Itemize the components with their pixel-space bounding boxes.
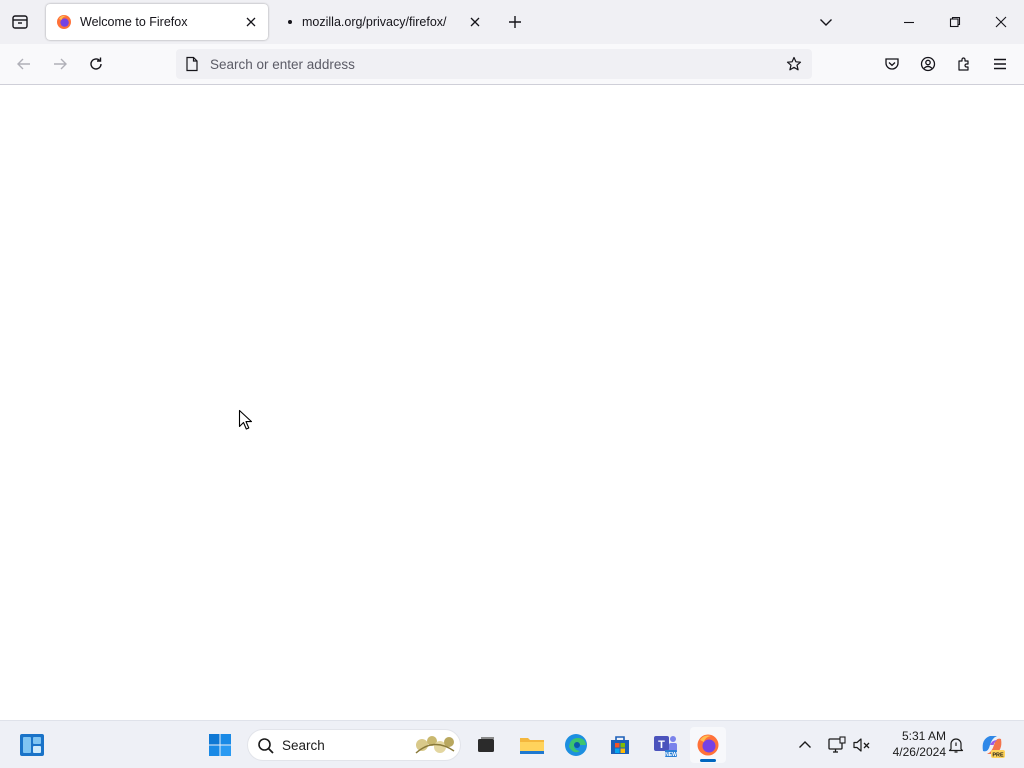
reload-button[interactable]: [82, 50, 110, 78]
file-explorer-button[interactable]: [514, 727, 550, 763]
pocket-icon: [885, 58, 899, 70]
teams-icon: T NEW: [654, 736, 677, 758]
forward-arrow-icon: [54, 58, 67, 70]
folder-icon: [520, 738, 544, 754]
tab-title: Welcome to Firefox: [80, 15, 188, 29]
navigation-toolbar: [0, 44, 1024, 85]
reload-icon: [90, 57, 102, 70]
bookmark-star-button[interactable]: [782, 52, 806, 76]
firefox-view-icon: [12, 15, 28, 29]
restore-button[interactable]: [932, 0, 978, 44]
pocket-button[interactable]: [878, 50, 906, 78]
widgets-icon: [20, 734, 44, 756]
svg-text:T: T: [658, 739, 665, 751]
taskbar-clock[interactable]: 5:31 AM 4/26/2024: [880, 728, 946, 760]
show-hidden-icons-button[interactable]: [787, 727, 823, 763]
close-icon: [470, 17, 480, 27]
account-button[interactable]: [914, 50, 942, 78]
start-button[interactable]: [202, 727, 238, 763]
tab-strip: Welcome to Firefox mozilla.org/privacy/f…: [0, 0, 1024, 44]
firefox-icon: [697, 734, 719, 756]
close-window-button[interactable]: [978, 0, 1024, 44]
star-icon: [786, 56, 802, 71]
app-menu-button[interactable]: [986, 50, 1014, 78]
chevron-down-icon: [820, 19, 832, 26]
microsoft-store-button[interactable]: [602, 727, 638, 763]
new-tab-button[interactable]: [501, 8, 529, 36]
svg-text:PRE: PRE: [992, 752, 1004, 758]
windows-logo-icon: [209, 734, 231, 756]
search-highlight-icon: [415, 736, 455, 754]
taskbar-search-box[interactable]: Search: [247, 729, 461, 761]
forward-button[interactable]: [46, 50, 74, 78]
tab-mozilla-privacy[interactable]: mozilla.org/privacy/firefox/: [276, 4, 492, 40]
search-icon: [258, 738, 274, 754]
widgets-button[interactable]: [14, 727, 50, 763]
search-label: Search: [282, 738, 325, 753]
back-arrow-icon: [17, 58, 30, 70]
minimize-icon: [904, 21, 914, 24]
taskbar: Search T NEW 5:31 AM 4/26/2024 PRE: [0, 720, 1024, 768]
list-all-tabs-button[interactable]: [812, 8, 840, 36]
firefox-view-button[interactable]: [6, 8, 34, 36]
page-icon: [186, 56, 198, 72]
loading-dot-icon: [288, 20, 292, 24]
edge-browser-button[interactable]: [558, 727, 594, 763]
account-icon: [920, 56, 936, 72]
chevron-up-icon: [799, 741, 811, 748]
clock-time: 5:31 AM: [901, 729, 946, 743]
puzzle-piece-icon: [958, 57, 969, 71]
svg-text:NEW: NEW: [665, 752, 677, 758]
plus-icon: [509, 16, 521, 28]
screen: Welcome to Firefox mozilla.org/privacy/f…: [0, 0, 1024, 768]
page-content[interactable]: [0, 85, 1024, 721]
tab-title: mozilla.org/privacy/firefox/: [302, 15, 447, 29]
close-icon: [246, 17, 256, 27]
close-icon: [995, 16, 1007, 28]
extensions-button[interactable]: [950, 50, 978, 78]
store-icon: [611, 736, 629, 754]
firefox-taskbar-button[interactable]: [690, 727, 726, 763]
active-app-indicator: [700, 759, 716, 762]
firefox-icon: [57, 15, 71, 29]
restore-icon: [949, 16, 961, 28]
address-input[interactable]: [210, 53, 770, 75]
copilot-icon: PRE: [982, 736, 1005, 758]
minimize-button[interactable]: [886, 0, 932, 44]
mouse-cursor-icon: [238, 409, 253, 430]
notifications-button[interactable]: [938, 727, 974, 763]
notification-bell-icon: [948, 738, 964, 753]
hamburger-menu-icon: [994, 58, 1006, 70]
address-bar[interactable]: [176, 49, 812, 79]
clock-date: 4/26/2024: [892, 745, 946, 759]
tab-welcome-to-firefox[interactable]: Welcome to Firefox: [46, 4, 268, 40]
speaker-muted-icon: [853, 738, 870, 752]
close-tab-button[interactable]: [242, 13, 260, 31]
teams-button[interactable]: T NEW: [647, 727, 683, 763]
copilot-button[interactable]: PRE: [974, 727, 1010, 763]
edge-icon: [565, 734, 587, 756]
back-button[interactable]: [10, 50, 38, 78]
task-view-button[interactable]: [468, 727, 504, 763]
task-view-icon: [478, 737, 494, 752]
close-tab-button[interactable]: [466, 13, 484, 31]
volume-button[interactable]: [844, 727, 880, 763]
